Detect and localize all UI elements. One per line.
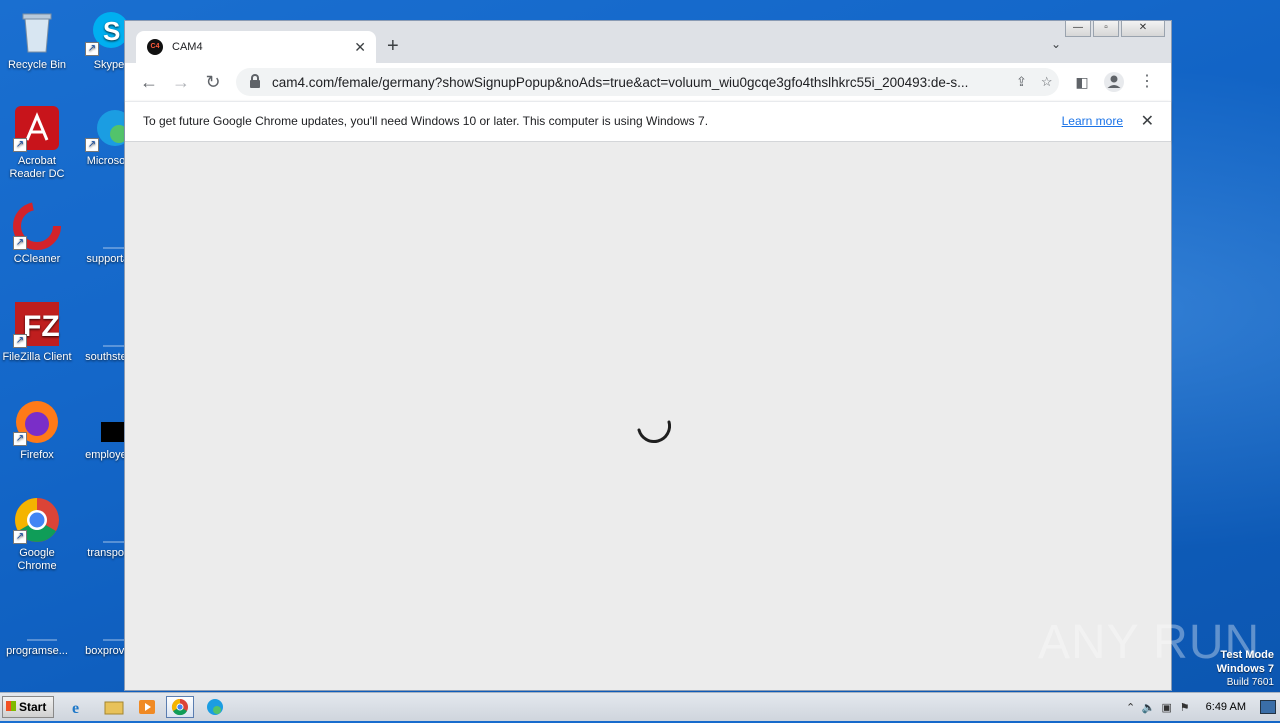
- menu-kebab-icon[interactable]: ⋮: [1135, 71, 1159, 93]
- minimize-button[interactable]: —: [1065, 21, 1091, 37]
- window-controls: — ▫ ✕: [1063, 21, 1165, 37]
- taskbar-media-player-icon[interactable]: [133, 696, 161, 718]
- tab-search-chevron-icon[interactable]: ⌄: [1051, 37, 1061, 51]
- bookmark-star-icon[interactable]: ☆: [1041, 74, 1053, 90]
- filezilla-icon: FZ ↗: [13, 300, 61, 348]
- taskbar: Start e ⌃ 🔈 ▣ ⚑ 6:49 AM: [0, 692, 1280, 721]
- taskbar-edge-icon[interactable]: [201, 696, 229, 718]
- reload-icon[interactable]: ↻: [201, 71, 225, 93]
- tray-expand-icon[interactable]: ⌃: [1122, 701, 1140, 714]
- new-tab-icon[interactable]: +: [387, 35, 399, 58]
- desktop-icon-firefox[interactable]: ↗ Firefox: [0, 398, 74, 462]
- firefox-icon: ↗: [13, 398, 61, 446]
- close-window-button[interactable]: ✕: [1121, 21, 1165, 37]
- clock[interactable]: 6:49 AM: [1206, 701, 1246, 713]
- taskbar-explorer-icon[interactable]: [100, 696, 128, 718]
- forward-arrow-icon[interactable]: →: [169, 71, 193, 93]
- share-icon[interactable]: ⇪: [1016, 74, 1027, 90]
- chrome-window: — ▫ ✕ C4 CAM4 ✕ + ⌄ ← → ↻ cam4.com/femal…: [124, 20, 1172, 691]
- infobar-close-icon[interactable]: ✕: [1141, 111, 1154, 131]
- desktop-icon-chrome[interactable]: ↗ Google Chrome: [0, 496, 74, 573]
- ccleaner-icon: ↗: [13, 202, 61, 250]
- infobar-message: To get future Google Chrome updates, you…: [143, 114, 709, 128]
- learn-more-link[interactable]: Learn more: [1062, 114, 1123, 128]
- desktop-icon-ccleaner[interactable]: ↗ CCleaner: [0, 202, 74, 266]
- update-infobar: To get future Google Chrome updates, you…: [125, 101, 1171, 142]
- system-tray: ⌃ 🔈 ▣ ⚑ 6:49 AM: [1122, 693, 1280, 721]
- loading-spinner-icon: [637, 420, 671, 443]
- cam4-favicon-icon: C4: [147, 39, 163, 55]
- tab-close-icon[interactable]: ✕: [354, 39, 366, 56]
- svg-text:FZ: FZ: [23, 310, 60, 343]
- browser-tab[interactable]: C4 CAM4 ✕: [136, 31, 376, 63]
- volume-icon[interactable]: 🔈: [1140, 701, 1158, 714]
- svg-text:S: S: [103, 16, 120, 46]
- browser-toolbar: ← → ↻ cam4.com/female/germany?showSignup…: [125, 63, 1171, 101]
- url-text: cam4.com/female/germany?showSignupPopup&…: [272, 74, 969, 90]
- address-bar[interactable]: cam4.com/female/germany?showSignupPopup&…: [236, 68, 1059, 96]
- action-center-flag-icon[interactable]: ⚑: [1176, 701, 1194, 714]
- start-button[interactable]: Start: [2, 696, 54, 718]
- desktop-icon-acrobat[interactable]: ↗ Acrobat Reader DC: [0, 104, 74, 181]
- desktop-icon-programse[interactable]: programse...: [0, 594, 74, 658]
- side-panel-icon[interactable]: ◧: [1070, 71, 1094, 93]
- taskbar-ie-icon[interactable]: e: [66, 696, 94, 718]
- lock-icon[interactable]: [250, 74, 260, 88]
- taskbar-chrome-icon[interactable]: [166, 696, 194, 718]
- desktop-icon-filezilla[interactable]: FZ ↗ FileZilla Client: [0, 300, 74, 364]
- acrobat-icon: ↗: [13, 104, 61, 152]
- show-desktop-button[interactable]: [1260, 700, 1276, 714]
- recycle-bin-icon: [13, 8, 61, 56]
- svg-text:e: e: [72, 700, 79, 717]
- tab-title: CAM4: [172, 41, 203, 53]
- desktop-icon-recycle-bin[interactable]: Recycle Bin: [0, 8, 74, 72]
- back-arrow-icon[interactable]: ←: [137, 71, 161, 93]
- file-icon: [13, 594, 61, 642]
- profile-avatar-icon[interactable]: [1102, 71, 1126, 93]
- network-icon[interactable]: ▣: [1158, 701, 1176, 714]
- chrome-icon: ↗: [13, 496, 61, 544]
- maximize-button[interactable]: ▫: [1093, 21, 1119, 37]
- test-mode-label: Test Mode Windows 7 Build 7601: [1216, 649, 1274, 688]
- page-content: [125, 142, 1171, 690]
